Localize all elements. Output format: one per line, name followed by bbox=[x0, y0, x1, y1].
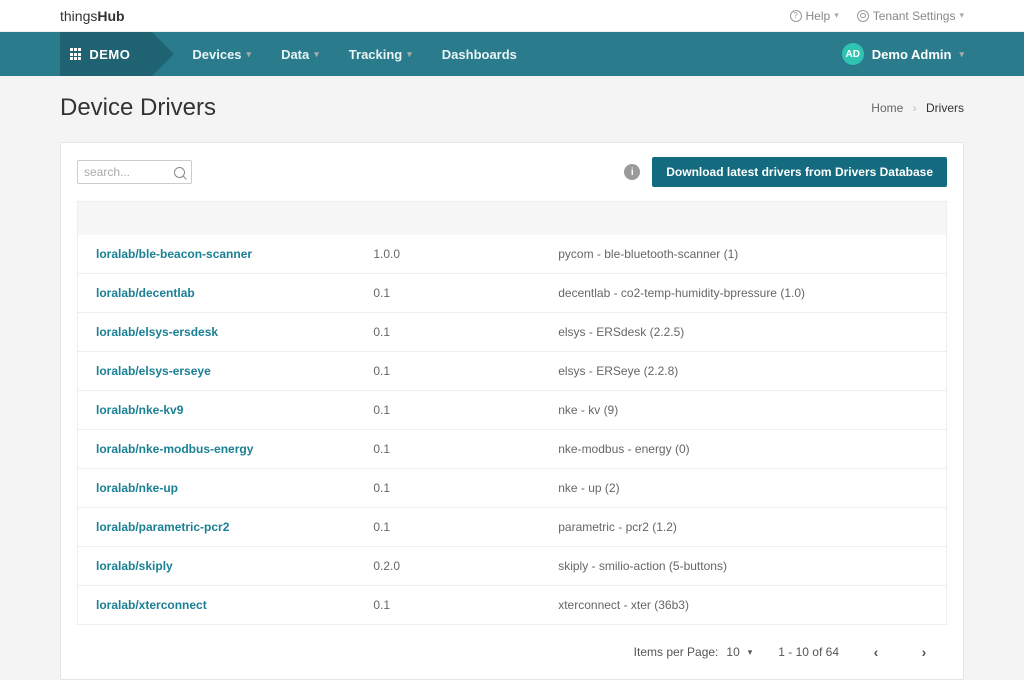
nav-data[interactable]: Data ▾ bbox=[281, 47, 319, 62]
driver-version: 0.1 bbox=[373, 520, 558, 534]
user-name: Demo Admin bbox=[872, 47, 952, 62]
download-drivers-button[interactable]: Download latest drivers from Drivers Dat… bbox=[652, 157, 947, 187]
download-row: i Download latest drivers from Drivers D… bbox=[624, 157, 947, 187]
topbar: thingsHub ? Help ▾ Tenant Settings ▾ bbox=[0, 0, 1024, 32]
chevron-down-icon: ▾ bbox=[834, 10, 839, 21]
tenant-settings-label: Tenant Settings bbox=[873, 9, 956, 23]
table-row: loralab/decentlab0.1decentlab - co2-temp… bbox=[78, 273, 946, 312]
driver-name-link[interactable]: loralab/ble-beacon-scanner bbox=[96, 247, 373, 261]
page-title: Device Drivers bbox=[60, 94, 216, 122]
navbar: DEMO Devices ▾ Data ▾ Tracking ▾ Dashboards… bbox=[0, 32, 1024, 76]
tenant-settings-link[interactable]: Tenant Settings ▾ bbox=[857, 9, 964, 23]
driver-description: nke - kv (9) bbox=[558, 403, 928, 417]
ipp-label: Items per Page: bbox=[634, 645, 719, 659]
driver-description: parametric - pcr2 (1.2) bbox=[558, 520, 928, 534]
driver-version: 0.1 bbox=[373, 403, 558, 417]
topbar-right: ? Help ▾ Tenant Settings ▾ bbox=[790, 9, 964, 23]
driver-name-link[interactable]: loralab/xterconnect bbox=[96, 598, 373, 612]
page-next-button[interactable]: › bbox=[913, 641, 935, 663]
ipp-value: 10 bbox=[726, 645, 739, 659]
table-row: loralab/nke-modbus-energy0.1nke-modbus -… bbox=[78, 429, 946, 468]
driver-version: 0.1 bbox=[373, 598, 558, 612]
avatar: AD bbox=[842, 43, 864, 65]
chevron-down-icon: ▾ bbox=[314, 49, 319, 60]
search-icon bbox=[174, 167, 185, 178]
nav-devices[interactable]: Devices ▾ bbox=[192, 47, 251, 62]
driver-version: 1.0.0 bbox=[373, 247, 558, 261]
driver-version: 0.1 bbox=[373, 481, 558, 495]
breadcrumb: Home › Drivers bbox=[871, 101, 964, 115]
nav-label: Dashboards bbox=[442, 47, 517, 62]
drivers-card: i Download latest drivers from Drivers D… bbox=[60, 142, 964, 680]
driver-description: elsys - ERSeye (2.2.8) bbox=[558, 364, 928, 378]
nav-label: Devices bbox=[192, 47, 241, 62]
driver-name-link[interactable]: loralab/parametric-pcr2 bbox=[96, 520, 373, 534]
help-icon: ? bbox=[790, 10, 802, 22]
driver-description: decentlab - co2-temp-humidity-bpressure … bbox=[558, 286, 928, 300]
table-row: loralab/nke-kv90.1nke - kv (9) bbox=[78, 390, 946, 429]
page-range: 1 - 10 of 64 bbox=[778, 645, 839, 659]
driver-description: pycom - ble-bluetooth-scanner (1) bbox=[558, 247, 928, 261]
driver-description: xterconnect - xter (36b3) bbox=[558, 598, 928, 612]
chevron-down-icon: ▾ bbox=[247, 49, 252, 60]
page-prev-button[interactable]: ‹ bbox=[865, 641, 887, 663]
table-row: loralab/parametric-pcr20.1parametric - p… bbox=[78, 507, 946, 546]
driver-name-link[interactable]: loralab/decentlab bbox=[96, 286, 373, 300]
chevron-down-icon: ▾ bbox=[407, 49, 412, 60]
driver-version: 0.1 bbox=[373, 364, 558, 378]
brand-logo[interactable]: thingsHub bbox=[60, 8, 125, 24]
nav-tracking[interactable]: Tracking ▾ bbox=[349, 47, 412, 62]
dropdown-icon: ▾ bbox=[748, 647, 753, 658]
grid-icon bbox=[70, 48, 81, 59]
brand-suffix: Hub bbox=[97, 8, 124, 24]
pager: Items per Page: 10 ▾ 1 - 10 of 64 ‹ › bbox=[61, 625, 963, 679]
nav-label: Tracking bbox=[349, 47, 402, 62]
driver-version: 0.1 bbox=[373, 442, 558, 456]
driver-description: nke-modbus - energy (0) bbox=[558, 442, 928, 456]
table-row: loralab/ble-beacon-scanner1.0.0pycom - b… bbox=[78, 235, 946, 273]
table-row: loralab/nke-up0.1nke - up (2) bbox=[78, 468, 946, 507]
driver-description: skiply - smilio-action (5-buttons) bbox=[558, 559, 928, 573]
breadcrumb-current: Drivers bbox=[926, 101, 964, 115]
brand-prefix: things bbox=[60, 8, 97, 24]
search-box[interactable] bbox=[77, 160, 192, 184]
driver-version: 0.1 bbox=[373, 286, 558, 300]
driver-name-link[interactable]: loralab/nke-modbus-energy bbox=[96, 442, 373, 456]
breadcrumb-home[interactable]: Home bbox=[871, 101, 903, 115]
help-link[interactable]: ? Help ▾ bbox=[790, 9, 839, 23]
page-header: Device Drivers Home › Drivers bbox=[0, 76, 1024, 132]
tenant-selector[interactable]: DEMO bbox=[60, 32, 152, 76]
tenant-name: DEMO bbox=[89, 47, 130, 62]
driver-version: 0.1 bbox=[373, 325, 558, 339]
driver-name-link[interactable]: loralab/elsys-ersdesk bbox=[96, 325, 373, 339]
nav-label: Data bbox=[281, 47, 309, 62]
driver-version: 0.2.0 bbox=[373, 559, 558, 573]
chevron-down-icon: ▾ bbox=[959, 49, 964, 60]
breadcrumb-separator: › bbox=[913, 101, 917, 115]
driver-description: elsys - ERSdesk (2.2.5) bbox=[558, 325, 928, 339]
items-per-page[interactable]: Items per Page: 10 ▾ bbox=[634, 645, 753, 659]
search-input[interactable] bbox=[84, 165, 164, 179]
driver-name-link[interactable]: loralab/nke-up bbox=[96, 481, 373, 495]
chevron-down-icon: ▾ bbox=[959, 10, 964, 21]
table-row: loralab/skiply0.2.0skiply - smilio-actio… bbox=[78, 546, 946, 585]
help-label: Help bbox=[806, 9, 831, 23]
table-header-placeholder bbox=[77, 201, 947, 235]
info-icon[interactable]: i bbox=[624, 164, 640, 180]
driver-name-link[interactable]: loralab/skiply bbox=[96, 559, 373, 573]
driver-description: nke - up (2) bbox=[558, 481, 928, 495]
drivers-table-body: loralab/ble-beacon-scanner1.0.0pycom - b… bbox=[77, 235, 947, 625]
table-row: loralab/elsys-erseye0.1elsys - ERSeye (2… bbox=[78, 351, 946, 390]
user-menu[interactable]: AD Demo Admin ▾ bbox=[842, 32, 964, 76]
driver-name-link[interactable]: loralab/nke-kv9 bbox=[96, 403, 373, 417]
nav-items: Devices ▾ Data ▾ Tracking ▾ Dashboards bbox=[192, 32, 517, 76]
nav-dashboards[interactable]: Dashboards bbox=[442, 47, 517, 62]
table-row: loralab/elsys-ersdesk0.1elsys - ERSdesk … bbox=[78, 312, 946, 351]
table-row: loralab/xterconnect0.1xterconnect - xter… bbox=[78, 585, 946, 624]
driver-name-link[interactable]: loralab/elsys-erseye bbox=[96, 364, 373, 378]
gear-icon bbox=[857, 10, 869, 22]
card-toolbar: i Download latest drivers from Drivers D… bbox=[61, 143, 963, 201]
